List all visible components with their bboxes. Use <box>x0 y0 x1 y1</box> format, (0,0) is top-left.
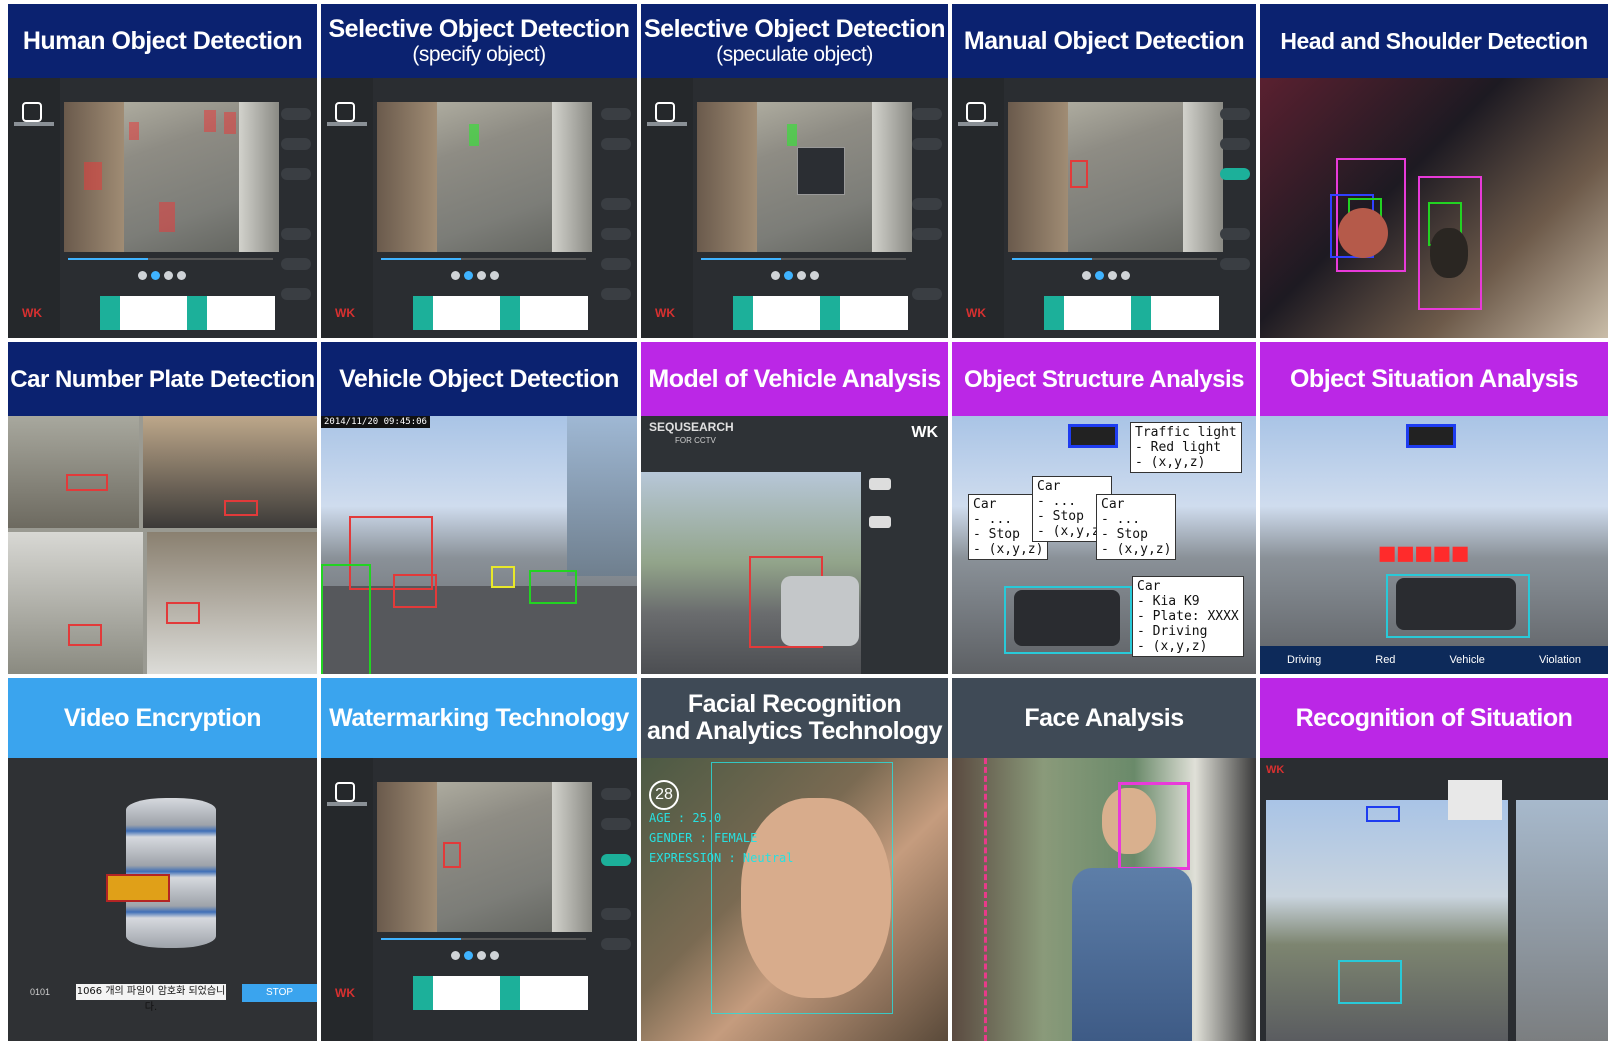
tile-image: 2014/11/20 09:45:06 <box>321 416 637 674</box>
timestamp: 2014/11/20 09:45:06 <box>321 416 430 428</box>
tile-head-shoulder: Head and Shoulder Detection <box>1260 4 1608 338</box>
label-traffic-light: Traffic light - Red light - (x,y,z) <box>1130 422 1242 473</box>
tile-header: Face Analysis <box>952 678 1256 758</box>
tile-title: Recognition of Situation <box>1295 703 1573 732</box>
tile-structure-analysis: Object Structure Analysis Traffic light … <box>952 342 1256 674</box>
tile-manual-detection: Manual Object Detection WK <box>952 4 1256 338</box>
tile-header: Object Situation Analysis <box>1260 342 1608 416</box>
tile-header: Recognition of Situation <box>1260 678 1608 758</box>
tile-title: Human Object Detection <box>22 26 303 55</box>
tile-header: Manual Object Detection <box>952 4 1256 78</box>
tile-model-vehicle: Model of Vehicle Analysis SEQUSEARCH FOR… <box>641 342 948 674</box>
tile-face-analysis: Face Analysis <box>952 678 1256 1041</box>
brand-sub: FOR CCTV <box>675 436 716 445</box>
tile-title: Facial Recognition <box>687 690 902 718</box>
database-icon <box>126 798 216 948</box>
tile-title: Selective Object Detection <box>328 15 630 43</box>
tile-image <box>8 416 317 674</box>
tile-title: Object Situation Analysis <box>1289 364 1579 393</box>
label-car-right: Car - ... - Stop - (x,y,z) <box>1096 494 1177 560</box>
wk-logo: WK <box>911 424 938 441</box>
tile-header: Model of Vehicle Analysis <box>641 342 948 416</box>
face-frame <box>711 762 893 1014</box>
violation-overlay: ◼◼◼◼◼ <box>1378 540 1470 565</box>
speculate-dialog[interactable] <box>797 147 845 195</box>
tile-image: 0101 1066 개의 파일이 암호화 되었습니다. STOP <box>8 758 317 1041</box>
app-logo-icon <box>22 102 42 122</box>
tile-vehicle-detection: Vehicle Object Detection 2014/11/20 09:4… <box>321 342 637 674</box>
tile-image <box>1260 78 1608 338</box>
tile-header: Watermarking Technology <box>321 678 637 758</box>
status-bar: Driving Red Vehicle Violation <box>1260 646 1608 674</box>
tile-title: Car Number Plate Detection <box>10 365 315 393</box>
tile-subtitle: (specify object) <box>412 43 546 66</box>
seek-bar[interactable] <box>68 258 273 260</box>
folder-icon <box>106 874 170 902</box>
tile-facial-recognition: Facial Recognition and Analytics Technol… <box>641 678 948 1041</box>
tile-title: Face Analysis <box>1024 703 1184 732</box>
tile-watermarking: Watermarking Technology WK <box>321 678 637 1041</box>
tile-header: Vehicle Object Detection <box>321 342 637 416</box>
tile-image: WK <box>641 78 948 338</box>
tile-header: Selective Object Detection (speculate ob… <box>641 4 948 78</box>
tile-header: Head and Shoulder Detection <box>1260 4 1608 78</box>
tile-image: 28 AGE : 25.0 GENDER : FEMALE EXPRESSION… <box>641 758 948 1041</box>
tile-image: SEQUSEARCH FOR CCTV WK <box>641 416 948 674</box>
tile-title: Head and Shoulder Detection <box>1280 27 1588 54</box>
app-logo-icon <box>335 102 355 122</box>
age-badge: 28 <box>649 780 679 810</box>
brand-label: SEQUSEARCH <box>649 420 734 434</box>
playback-controls[interactable] <box>138 271 218 281</box>
tile-title: Object Structure Analysis <box>963 365 1245 393</box>
encrypt-status: 1066 개의 파일이 암호화 되었습니다. <box>76 984 226 1013</box>
tile-header: Selective Object Detection (specify obje… <box>321 4 637 78</box>
tile-selective-speculate: Selective Object Detection (speculate ob… <box>641 4 948 338</box>
tile-header: Video Encryption <box>8 678 317 758</box>
tile-image: WK <box>8 78 317 338</box>
tile-title: Model of Vehicle Analysis <box>648 364 941 393</box>
scene-frame <box>1266 800 1508 1041</box>
video-frame <box>377 102 592 252</box>
tile-header: Human Object Detection <box>8 4 317 78</box>
tile-header: Facial Recognition and Analytics Technol… <box>641 678 948 758</box>
tile-title: Vehicle Object Detection <box>339 364 619 393</box>
tile-subtitle: (speculate object) <box>716 43 873 66</box>
tile-image: WK <box>952 78 1256 338</box>
tile-title: Selective Object Detection <box>643 15 946 43</box>
info-table <box>100 296 275 330</box>
tile-image: WK <box>1260 758 1608 1041</box>
tile-car-plate: Car Number Plate Detection <box>8 342 317 674</box>
tile-recognition-situation: Recognition of Situation WK <box>1260 678 1608 1041</box>
face-box <box>1118 782 1190 870</box>
tile-image: WK <box>321 758 637 1041</box>
tile-image: ◼◼◼◼◼ Driving Red Vehicle Violation <box>1260 416 1608 674</box>
label-car-kia: Car - Kia K9 - Plate: XXXX - Driving - (… <box>1132 576 1244 657</box>
tile-image: Traffic light - Red light - (x,y,z) Car … <box>952 416 1256 674</box>
wk-logo: WK <box>22 306 42 320</box>
tile-subtitle: and Analytics Technology <box>647 717 943 745</box>
tile-image <box>952 758 1256 1041</box>
tile-title: Manual Object Detection <box>963 26 1245 55</box>
tile-title: Video Encryption <box>63 703 262 732</box>
tile-selective-specify: Selective Object Detection (specify obje… <box>321 4 637 338</box>
tile-video-encryption: Video Encryption 0101 1066 개의 파일이 암호화 되었… <box>8 678 317 1041</box>
tile-image: WK <box>321 78 637 338</box>
video-frame <box>64 102 279 252</box>
stop-button[interactable]: STOP <box>242 984 317 1002</box>
tile-title: Watermarking Technology <box>329 703 629 732</box>
tile-header: Car Number Plate Detection <box>8 342 317 416</box>
tile-situation-analysis: Object Situation Analysis ◼◼◼◼◼ Driving … <box>1260 342 1608 674</box>
tile-header: Object Structure Analysis <box>952 342 1256 416</box>
tile-human-object-detection: Human Object Detection WK <box>8 4 317 338</box>
